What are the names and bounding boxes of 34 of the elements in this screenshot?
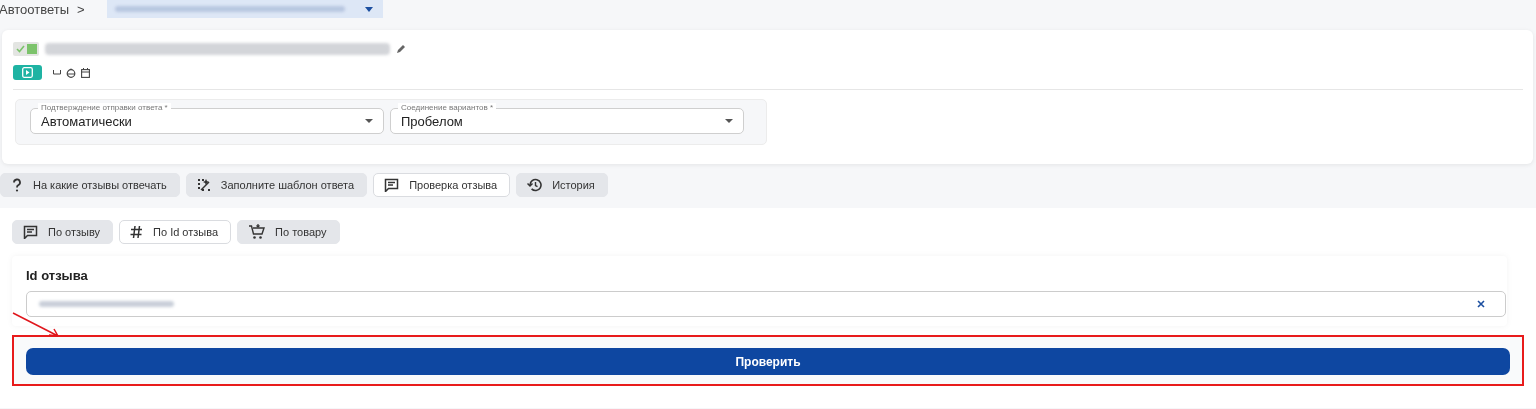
breadcrumb-separator: > <box>77 1 85 17</box>
toggle-switch[interactable] <box>13 42 39 56</box>
rule-selector[interactable] <box>106 0 383 18</box>
tab[interactable]: На какие отзывы отвечать <box>0 173 180 197</box>
history-icon <box>527 178 543 192</box>
caret-icon <box>365 119 373 123</box>
field-label: Подтверждение отправки ответа * <box>38 103 171 112</box>
tab[interactable]: Заполните шаблон ответа <box>185 173 368 197</box>
field-label: Соединение вариантов * <box>398 103 497 112</box>
cart-icon <box>248 224 266 240</box>
play-icon <box>22 67 33 78</box>
mode-tab[interactable]: По товару <box>237 220 340 244</box>
mode-tab[interactable]: По отзыву <box>12 220 114 244</box>
play-button[interactable] <box>13 65 42 80</box>
check-icon <box>16 45 25 53</box>
select-value: Автоматически <box>41 113 132 129</box>
calendar-icon <box>81 67 90 78</box>
pencil-icon[interactable] <box>396 44 406 54</box>
clear-icon[interactable] <box>1477 300 1485 308</box>
mode-tab[interactable]: По Id отзыва <box>119 220 232 244</box>
caret-icon <box>364 6 373 12</box>
question-icon <box>11 178 23 192</box>
dash-icon <box>53 70 61 75</box>
field-label: Id отзыва <box>26 268 89 283</box>
comment-icon <box>384 178 400 192</box>
input-field[interactable] <box>26 291 1506 317</box>
tab[interactable]: Проверка отзыва <box>373 173 511 197</box>
hash-icon <box>130 225 144 239</box>
sparkle-grid-icon <box>196 178 211 192</box>
select-value: Пробелом <box>401 113 463 129</box>
tab[interactable]: История <box>516 173 608 197</box>
comment-icon <box>23 225 38 239</box>
check-button[interactable]: Проверить <box>26 348 1510 375</box>
caret-icon <box>725 119 733 123</box>
